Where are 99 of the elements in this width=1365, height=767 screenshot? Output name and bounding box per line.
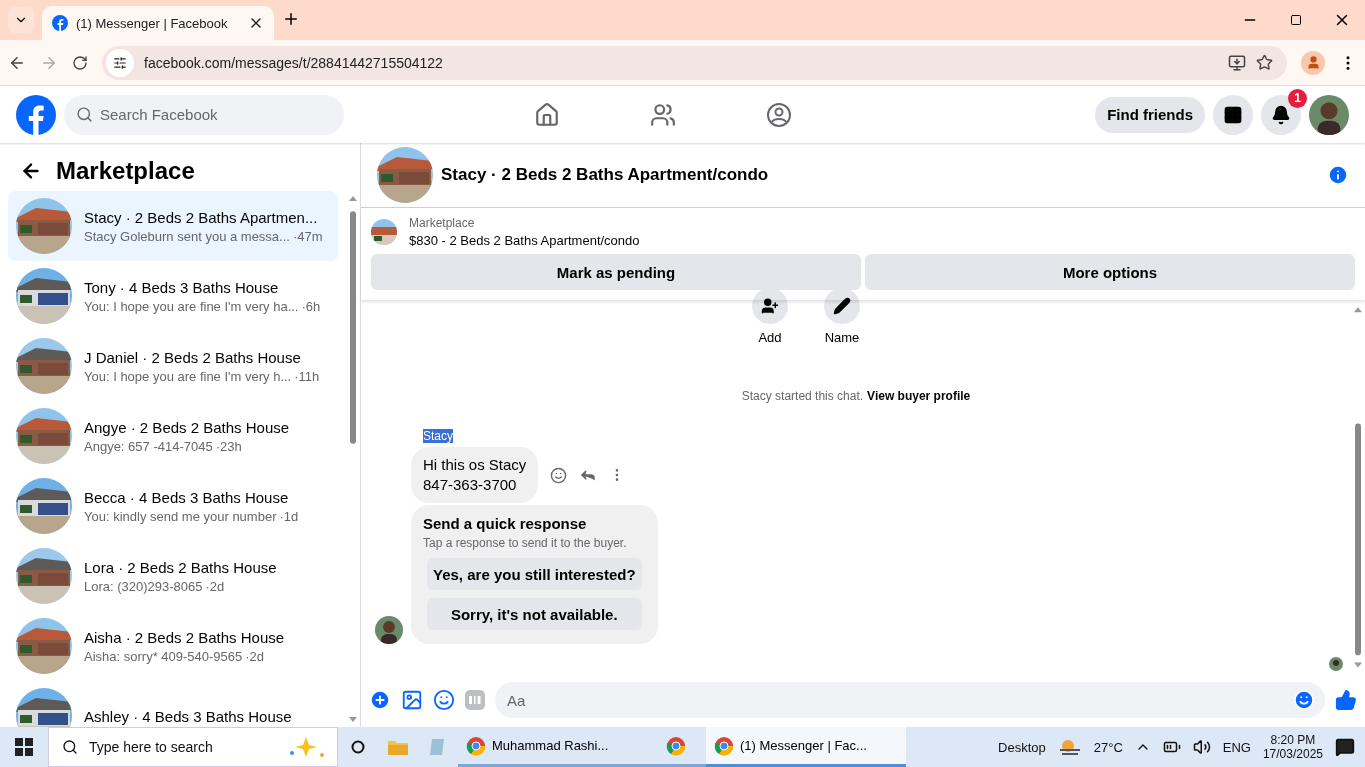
quick-response-button[interactable]: Yes, are you still interested? — [427, 558, 642, 590]
conversation-item[interactable]: J Daniel · 2 Beds 2 Baths House You: I hope you are fine I'm very h... ·11h — [8, 331, 338, 401]
address-bar[interactable]: facebook.com/messages/t/28841442715504122 — [102, 45, 1287, 80]
message-time: ·23h — [215, 438, 242, 454]
message-time: ·1d — [279, 508, 299, 524]
message-preview: Angye: 657 -414-7045 — [84, 438, 213, 454]
url-text: facebook.com/messages/t/28841442715504122 — [144, 54, 444, 71]
restore-icon[interactable] — [1290, 14, 1302, 26]
conversation-item[interactable]: Angye · 2 Beds 2 Baths House Angye: 657 -414-7045 ·23h — [8, 401, 338, 471]
browser-tab[interactable]: (1) Messenger | Facebook — [42, 6, 274, 40]
tab-search-button[interactable] — [8, 7, 34, 33]
bell-icon — [1271, 104, 1291, 125]
browser-icon — [666, 735, 686, 756]
photo-icon[interactable] — [401, 689, 423, 711]
task-view-icon[interactable] — [351, 740, 365, 754]
message-preview: You: I hope you are fine I'm very ha... — [84, 298, 299, 314]
browser-icon — [714, 735, 734, 756]
add-person-icon — [761, 297, 779, 315]
add-icon[interactable] — [369, 689, 391, 711]
react-icon[interactable] — [550, 466, 568, 484]
conversation-title: Lora · 2 Beds 2 Baths House — [84, 558, 277, 576]
message-time: ·47m — [292, 228, 323, 244]
message-bubble: Hi this os Stacy 847-363-3700 — [411, 447, 539, 503]
profile-button[interactable] — [1301, 50, 1325, 75]
weather-icon — [1057, 737, 1082, 757]
action-button[interactable] — [752, 288, 788, 324]
message-field[interactable]: Aa — [495, 682, 1325, 718]
language-indicator[interactable]: ENG — [1222, 739, 1251, 755]
quick-response-title: Send a quick response — [423, 515, 588, 532]
notification-badge: 1 — [1288, 88, 1307, 108]
message-preview: Stacy Goleburn sent you a messa... — [84, 228, 290, 244]
volume-icon[interactable] — [1192, 738, 1211, 756]
menu-button[interactable] — [1213, 94, 1253, 135]
person-icon — [1305, 55, 1321, 70]
bookmark-icon[interactable] — [1256, 54, 1273, 71]
sticker-icon[interactable] — [433, 689, 455, 711]
conversation-title: Stacy · 2 Beds 2 Baths Apartmen... — [84, 208, 319, 226]
action-label[interactable]: Add — [758, 330, 782, 345]
browser-icon — [466, 735, 486, 756]
listing-title: $830 - 2 Beds 2 Baths Apartment/condo — [409, 233, 640, 248]
sidebar-title: Marketplace — [56, 157, 195, 185]
reload-icon[interactable] — [72, 54, 88, 71]
listing-source: Marketplace — [409, 216, 476, 230]
sliders-icon — [113, 55, 127, 70]
message-preview: Aisha: sorry* 409-540-9565 — [84, 648, 243, 664]
taskbar-app[interactable]: Muhammad Rashi... — [458, 727, 658, 767]
buyer-profile-link[interactable]: View buyer profile — [867, 389, 971, 403]
seen-avatar-icon — [1329, 657, 1343, 671]
chat-title: Stacy · 2 Beds 2 Baths Apartment/condo — [441, 165, 769, 185]
conversation-title: Tony · 4 Beds 3 Baths House — [84, 278, 280, 296]
temperature: 27°C — [1093, 739, 1123, 755]
conversation-title: Aisha · 2 Beds 2 Baths House — [84, 628, 285, 646]
message-preview: You: I hope you are fine I'm very h... — [84, 368, 292, 384]
message-time: ·6h — [301, 298, 321, 314]
conversation-item[interactable]: Becca · 4 Beds 3 Baths House You: kindly send me your number ·1d — [8, 471, 338, 541]
friends-icon[interactable] — [650, 101, 676, 128]
quick-response-hint: Tap a response to send it to the buyer. — [423, 536, 628, 550]
conversation-title: Ashley · 4 Beds 3 Baths House — [84, 707, 292, 725]
conversation-item[interactable]: Stacy · 2 Beds 2 Baths Apartmen... Stacy Goleburn sent you a messa... ·47m — [8, 191, 338, 261]
conversation-title: Becca · 4 Beds 3 Baths House — [84, 488, 290, 506]
home-icon[interactable] — [534, 101, 560, 128]
action-button[interactable] — [824, 288, 860, 324]
message-time: ·2d — [205, 578, 225, 594]
emoji-icon[interactable] — [1293, 689, 1315, 711]
notifications-icon[interactable] — [1335, 737, 1355, 757]
conversation-title: J Daniel · 2 Beds 2 Baths House — [84, 348, 302, 366]
install-icon[interactable] — [1228, 53, 1246, 72]
action-label[interactable]: Name — [824, 330, 860, 345]
chat-notice: Stacy started this chat. — [741, 389, 864, 403]
notifications-button[interactable] — [1261, 94, 1301, 135]
quick-response-button[interactable]: Sorry, it's not available. — [427, 598, 642, 630]
conversation-title: Angye · 2 Beds 2 Baths House — [84, 418, 290, 436]
new-tab-icon[interactable] — [282, 10, 300, 28]
info-icon[interactable] — [1327, 164, 1349, 186]
message-time: ·11h — [294, 368, 320, 384]
windows-icon[interactable] — [15, 738, 33, 756]
conversation-item[interactable]: Tony · 4 Beds 3 Baths House You: I hope you are fine I'm very ha... ·6h — [8, 261, 338, 331]
facebook-logo-icon — [52, 15, 68, 31]
like-icon[interactable] — [1335, 689, 1357, 711]
sender-name: Stacy — [423, 429, 453, 443]
site-settings-button[interactable] — [106, 48, 134, 77]
message-preview: Lora: (320)293-8065 — [84, 578, 203, 594]
clock-time[interactable]: 8:20 PM — [1270, 733, 1316, 747]
find-friends-button[interactable]: Find friends — [1095, 96, 1205, 133]
taskbar-app[interactable]: (1) Messenger | Fac... — [706, 727, 906, 767]
listing-button[interactable]: More options — [865, 254, 1355, 290]
message-preview: You: kindly send me your number — [84, 508, 277, 524]
facebook-logo[interactable] — [16, 94, 56, 135]
search-field[interactable]: Search Facebook — [64, 94, 344, 135]
conversation-item[interactable]: Lora · 2 Beds 2 Baths House Lora: (320)293-8065 ·2d — [8, 541, 338, 611]
tab-title: (1) Messenger | Facebook — [76, 15, 229, 31]
pencil-icon — [833, 297, 851, 315]
message-time: ·2d — [245, 648, 265, 664]
desktop-label[interactable]: Desktop — [998, 739, 1046, 755]
groups-icon[interactable] — [766, 101, 792, 128]
taskbar-search[interactable]: Type here to search — [48, 727, 338, 767]
listing-button[interactable]: Mark as pending — [371, 254, 861, 290]
clock-date[interactable]: 17/03/2025 — [1262, 747, 1323, 761]
conversation-item[interactable]: Aisha · 2 Beds 2 Baths House Aisha: sorry* 409-540-9565 ·2d — [8, 611, 338, 681]
